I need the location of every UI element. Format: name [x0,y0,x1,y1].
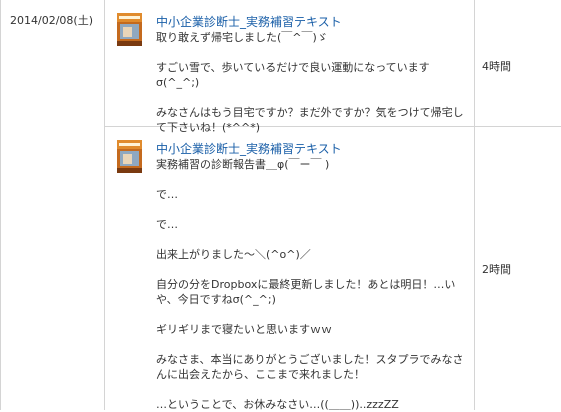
study-log-table: 2014/02/08(土) 中小企業診断士_実務補習テキスト 取り敢えず帰宅しま… [0,0,561,412]
comment-line: 実務補習の診断報告書＿φ(￣ー￣ ) [156,158,330,171]
log-content-cell: 中小企業診断士_実務補習テキスト 実務補習の診断報告書＿φ(￣ー￣ ) で… で… [105,127,475,412]
study-time: 4時間 [482,60,511,73]
study-time-cell: 4時間 [475,0,561,126]
comment-line: みなさま、本当にありがとうございました！スタプラでみなさんに出会えたから、ここま… [156,353,464,381]
study-time-cell: 2時間 [475,127,561,410]
comment-line: 自分の分をDropboxに最終更新しました！あとは明日！…いや、今日ですねσ(^… [156,278,456,306]
comment-line: で… [156,218,178,231]
post-comment: 取り敢えず帰宅しました(￣^￣)ゞ すごい雪で、歩いているだけで良い運動になって… [156,30,471,135]
comment-line: 取り敢えず帰宅しました(￣^￣)ゞ [156,31,328,44]
log-row: 中小企業診断士_実務補習テキスト 実務補習の診断報告書＿φ(￣ー￣ ) で… で… [105,127,561,412]
log-content-cell: 中小企業診断士_実務補習テキスト 取り敢えず帰宅しました(￣^￣)ゞ すごい雪で… [105,0,475,134]
book-cover-thumbnail-icon[interactable] [117,140,142,173]
post-comment: 実務補習の診断報告書＿φ(￣ー￣ ) で… で… 出来上がりました〜＼(^o^)… [156,157,471,412]
book-title-link[interactable]: 中小企業診断士_実務補習テキスト [156,13,342,30]
comment-line: すごい雪で、歩いているだけで良い運動になっていますσ(^_^;) [156,61,430,89]
record-date: 2014/02/08(土) [10,14,93,27]
book-cover-thumbnail-icon[interactable] [117,13,142,46]
date-cell: 2014/02/08(土) [1,0,105,410]
comment-line: ギリギリまで寝たいと思いますｗｗ [156,323,332,336]
book-title-link[interactable]: 中小企業診断士_実務補習テキスト [156,140,342,157]
comment-line: 出来上がりました〜＼(^o^)／ [156,248,311,261]
log-row: 中小企業診断士_実務補習テキスト 取り敢えず帰宅しました(￣^￣)ゞ すごい雪で… [105,0,561,134]
study-time: 2時間 [482,263,511,276]
comment-line: で… [156,188,178,201]
